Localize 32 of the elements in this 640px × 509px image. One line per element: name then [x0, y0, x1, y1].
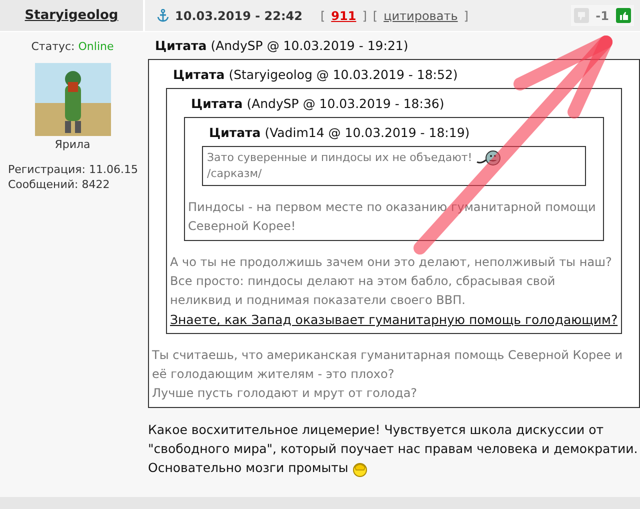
anchor-icon[interactable] — [157, 9, 169, 22]
text-line: Ты считаешь, что американская гуманитарная помощь Северной Корее и её голодающим жителям - это плохо? — [152, 347, 624, 384]
post-number-link[interactable]: 911 — [331, 8, 356, 22]
thumbs-up-button[interactable] — [616, 8, 631, 23]
user-stat: Сообщений: 8422 — [8, 178, 111, 191]
quote-header: Цитата (AndySP @ 10.03.2019 - 19:21) — [154, 37, 410, 55]
smiley-icon — [476, 150, 502, 166]
text-line: Лучше пусть голодают и мрут от голода? — [152, 385, 418, 402]
text-line: Основательно мозги промыты — [148, 458, 640, 478]
bracket: [ — [320, 8, 326, 22]
rating-score: -1 — [596, 8, 609, 22]
facepalm-smiley-icon — [352, 460, 368, 477]
bracket: ] — [464, 8, 468, 22]
quote-link[interactable]: цитировать — [384, 8, 458, 22]
text-line: А чо ты не продолжишь зачем они это делают, неполживый ты наш? — [170, 254, 613, 272]
quote-header: Цитата (Vadim14 @ 10.03.2019 - 18:19) — [208, 124, 471, 142]
author-name[interactable]: Staryigeolog — [24, 8, 118, 23]
post-date: 10.03.2019 - 22:42 — [175, 8, 302, 22]
user-nickname: Ярила — [54, 138, 90, 151]
bracket: ] — [362, 8, 367, 22]
user-stat: Регистрация: 11.06.15 — [8, 163, 139, 176]
text-line: Все просто: пиндосы делают на этом бабло, сбрасывая свой неликвид и поднимая показатели своего ВВП. — [170, 273, 556, 310]
bracket: [ — [372, 8, 378, 22]
quote-header: Цитата (Staryigeolog @ 10.03.2019 - 18:52) — [172, 66, 459, 84]
thumbs-down-button[interactable] — [574, 8, 589, 23]
text-line: /сарказм/ — [207, 166, 263, 182]
user-status: Статус: Online — [31, 40, 114, 53]
text-line: Какое восхитительное лицемерие! Чувствуется школа дискуссии от "свободного мира", который поучает нас правам человека и демократии. — [148, 421, 639, 458]
quote-header: Цитата (AndySP @ 10.03.2019 - 18:36) — [190, 95, 446, 113]
thumbs-up-icon — [618, 10, 628, 20]
article-link[interactable]: Знаете, как Запад оказывает гуманитарную помощь голодающим? — [170, 310, 618, 330]
text-line: Зато суверенные и пиндосы их не объедают! — [207, 150, 581, 166]
